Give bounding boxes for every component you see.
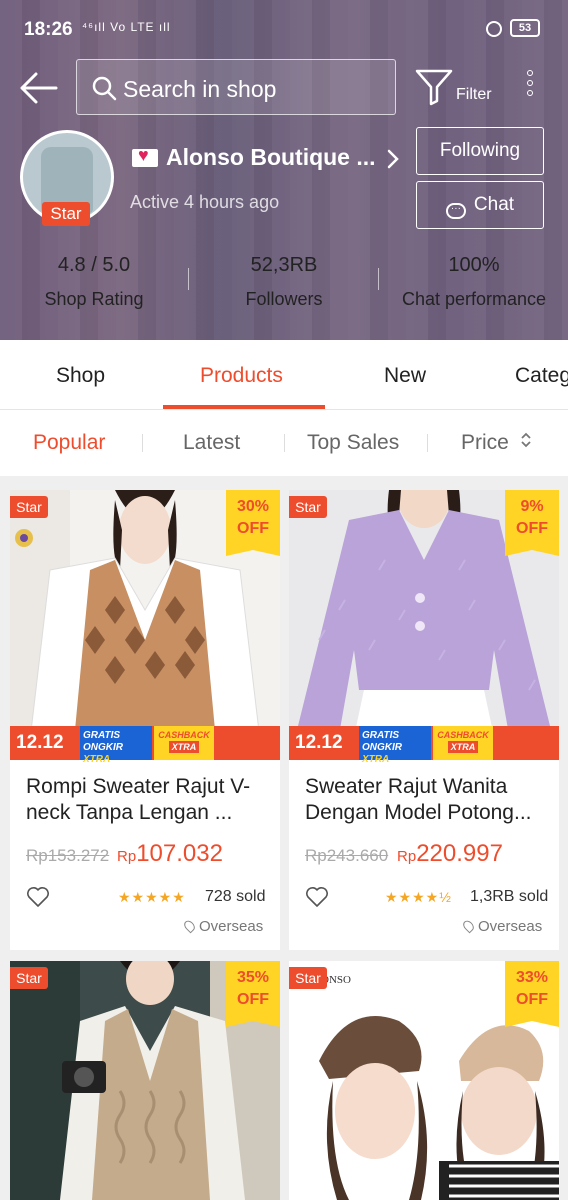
more-options-icon[interactable] <box>520 70 540 104</box>
product-title: Rompi Sweater Rajut V-neck Tanpa Lengan … <box>26 775 251 824</box>
discount-badge: 9% OFF <box>505 490 559 556</box>
product-card[interactable]: Star 35% OFF <box>10 961 280 1200</box>
product-location: Overseas <box>182 918 263 935</box>
product-title: Sweater Rajut Wanita Dengan Model Potong… <box>305 775 532 824</box>
following-button[interactable]: Following <box>416 127 544 175</box>
chevron-right-icon[interactable] <box>384 148 402 170</box>
product-card[interactable]: ONSO Star 33% OFF <box>289 961 559 1200</box>
status-bar: 18:26 ⁴⁶ıll Vo LTE ıll 53 <box>0 0 568 58</box>
location-pin-icon <box>461 918 476 934</box>
tab-new[interactable]: New <box>384 364 426 388</box>
location-pin-icon <box>182 918 197 934</box>
discount-badge: 33% OFF <box>505 961 559 1027</box>
heart-icon[interactable] <box>305 886 329 908</box>
status-time: 18:26 <box>24 19 73 40</box>
sort-top-sales[interactable]: Top Sales <box>307 431 399 455</box>
promo-banner: 12.12 GRATIS ONGKIR XTRA CASHBACK XTRA <box>10 726 280 765</box>
search-input[interactable]: Search in shop <box>76 59 396 115</box>
star-badge: Star <box>289 967 327 989</box>
cashback-label: CASHBACK XTRA <box>433 726 493 760</box>
original-price: Rp243.660 <box>305 846 389 865</box>
sale-price: Rp107.032 <box>117 840 223 867</box>
chat-bubble-icon: ··· <box>445 203 466 219</box>
shop-name[interactable]: Alonso Boutique ... <box>132 144 376 171</box>
tab-shop[interactable]: Shop <box>56 364 105 388</box>
stat-divider <box>378 268 379 290</box>
cashback-label: CASHBACK XTRA <box>154 726 214 760</box>
heart-icon[interactable] <box>26 886 50 908</box>
search-icon <box>91 75 117 106</box>
product-location: Overseas <box>461 918 542 935</box>
discount-badge: 35% OFF <box>226 961 280 1027</box>
rating-stars: ★★★★½ <box>385 889 452 905</box>
sort-arrows-icon <box>521 432 531 448</box>
product-card[interactable]: Star 9% OFF 12.12 GRATIS ONGKIR XTRA CASH… <box>289 490 559 950</box>
discount-badge: 30% OFF <box>226 490 280 556</box>
star-badge: Star <box>10 496 48 518</box>
filter-icon <box>415 69 453 106</box>
sort-bar: Popular Latest Top Sales Price <box>0 410 568 476</box>
shop-tabs: Shop Products New Categ <box>0 340 568 410</box>
active-status: Active 4 hours ago <box>130 192 280 212</box>
sold-count: 728 sold <box>205 888 266 905</box>
alarm-icon <box>486 21 502 37</box>
back-arrow-icon[interactable] <box>20 70 60 106</box>
signal-icon: ⁴⁶ıll Vo LTE ıll <box>82 20 171 34</box>
star-badge: Star <box>10 967 48 989</box>
search-placeholder: Search in shop <box>123 76 277 102</box>
sort-popular[interactable]: Popular <box>33 431 105 455</box>
filter-button[interactable]: Filter <box>414 68 498 108</box>
sort-latest[interactable]: Latest <box>183 431 240 455</box>
promo-banner: 12.12 GRATIS ONGKIR XTRA CASHBACK XTRA <box>289 726 559 765</box>
sort-price[interactable]: Price <box>461 431 533 455</box>
filter-label: Filter <box>456 86 492 103</box>
original-price: Rp153.272 <box>26 846 110 865</box>
stat-shop-rating: 4.8 / 5.0 Shop Rating <box>44 254 144 309</box>
active-tab-indicator <box>163 405 325 409</box>
shop-header: 18:26 ⁴⁶ıll Vo LTE ıll 53 Search in shop… <box>0 0 568 340</box>
stat-chat-performance: 100% Chat performance <box>401 254 547 309</box>
rating-stars: ★★★★★ <box>118 889 186 905</box>
stat-divider <box>188 268 189 290</box>
battery-icon: 53 <box>510 19 540 37</box>
sale-price: Rp220.997 <box>397 840 503 867</box>
tab-categories[interactable]: Categ <box>515 364 568 388</box>
free-shipping-label: GRATIS ONGKIR XTRA <box>359 726 431 765</box>
sold-count: 1,3RB sold <box>470 888 549 905</box>
free-shipping-label: GRATIS ONGKIR XTRA <box>80 726 152 765</box>
stat-followers[interactable]: 52,3RB Followers <box>220 254 348 310</box>
heart-mail-icon <box>132 145 158 167</box>
chat-button[interactable]: ··· Chat <box>416 181 544 229</box>
star-badge: Star <box>289 496 327 518</box>
tab-products[interactable]: Products <box>200 364 283 388</box>
product-card[interactable]: Star 30% OFF 12.12 GRATIS ONGKIR XTRA CAS… <box>10 490 280 950</box>
star-seller-badge: Star <box>42 202 90 226</box>
